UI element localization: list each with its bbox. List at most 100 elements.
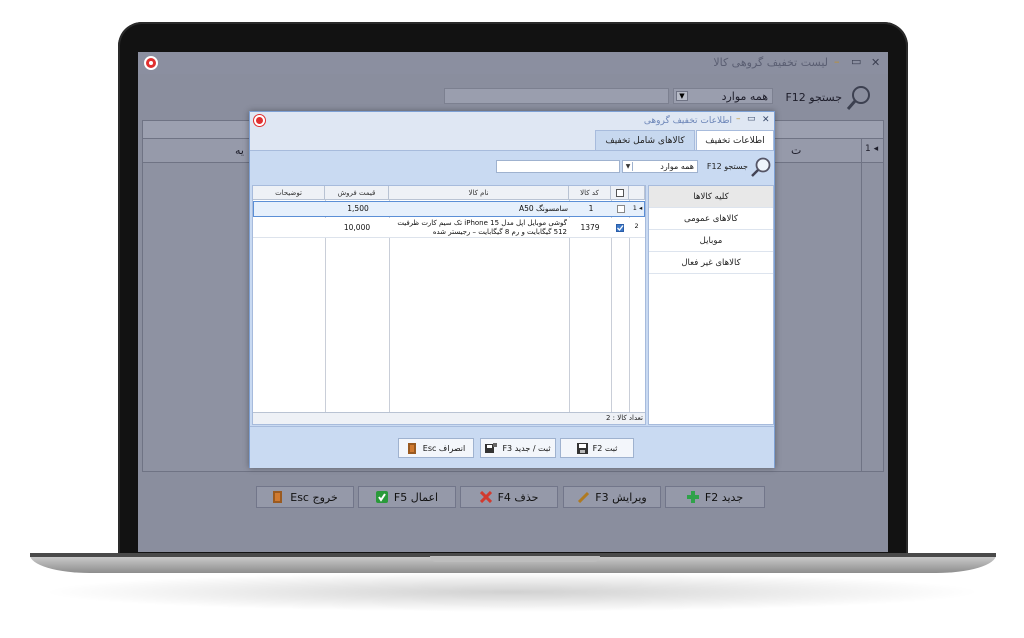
dialog-title: اطلاعات تخفیف گروهی xyxy=(643,116,732,126)
main-window-titlebar: ✕ ▭ – لیست تخفیف گروهی کالا xyxy=(138,52,888,74)
main-grid-divider xyxy=(861,139,862,471)
category-general-products[interactable]: کالاهای عمومی xyxy=(649,208,773,230)
dialog-button-bar: ثبت F2 ثبت / جدید F3 انصراف Esc xyxy=(250,426,774,468)
new-button-label: جدید F2 xyxy=(704,490,744,504)
tab-discount-info-label: اطلاعات تخفیف xyxy=(705,135,765,146)
row-checkbox[interactable] xyxy=(617,205,625,213)
cancel-button-label: انصراف Esc xyxy=(422,443,466,453)
exit-button-label: خروج Esc xyxy=(290,490,338,504)
row-code: 1379 xyxy=(580,223,600,232)
check-icon xyxy=(617,225,624,231)
cancel-door-icon xyxy=(407,442,416,454)
dialog-titlebar: ✕ ▭ – اطلاعات تخفیف گروهی xyxy=(250,112,774,130)
exit-button[interactable]: خروج Esc xyxy=(256,486,354,508)
category-inactive-products[interactable]: کالاهای غیر فعال xyxy=(649,252,773,274)
delete-button[interactable]: حذف F4 xyxy=(460,486,558,508)
main-grid-header-fragment-left: یه xyxy=(235,144,244,157)
row-name: سامسونگ A50 xyxy=(518,204,568,213)
new-button[interactable]: جدید F2 xyxy=(665,486,765,508)
save-and-new-button[interactable]: ثبت / جدید F3 xyxy=(480,438,556,458)
edit-button-label: ویرایش F3 xyxy=(595,490,647,504)
tab-discounted-products[interactable]: کالاهای شامل تخفیف xyxy=(595,130,695,150)
tab-discount-info[interactable]: اطلاعات تخفیف xyxy=(696,130,774,150)
main-grid-header-fragment-right: ت xyxy=(791,144,802,157)
dialog-search-bar: جستجو F12 همه موارد ▼ xyxy=(250,151,774,185)
tab-discounted-products-label: کالاهای شامل تخفیف xyxy=(605,135,685,146)
dialog-close-button[interactable]: ✕ xyxy=(762,115,770,125)
save-button[interactable]: ثبت F2 xyxy=(560,438,634,458)
grid-header-name[interactable]: نام کالا xyxy=(389,186,569,200)
category-panel: کلیه کالاها کالاهای عمومی موبایل کالاهای… xyxy=(648,185,774,425)
main-window-title: لیست تخفیف گروهی کالا xyxy=(713,56,828,69)
product-count: تعداد کالا : 2 xyxy=(605,414,643,422)
grid-header-code-label: کد کالا xyxy=(580,188,599,197)
discount-info-dialog: ✕ ▭ – اطلاعات تخفیف گروهی اطلاعات تخفیف … xyxy=(249,111,775,468)
row-price: 10,000 xyxy=(343,223,371,232)
apply-button-label: اعمال F5 xyxy=(393,490,439,504)
delete-button-label: حذف F4 xyxy=(497,490,539,504)
product-grid: کد کالا نام کالا قیمت فروش توضیحات ◂ 1 1… xyxy=(252,185,646,425)
grid-header-checkbox[interactable] xyxy=(611,186,629,200)
row-indicator: ◂ 1 xyxy=(632,204,643,212)
category-mobile[interactable]: موبایل xyxy=(649,230,773,252)
pencil-icon xyxy=(578,491,590,503)
save-icon xyxy=(576,442,588,454)
grid-header-description-label: توضیحات xyxy=(275,188,302,197)
grid-header-description[interactable]: توضیحات xyxy=(253,186,325,200)
grid-header-price-label: قیمت فروش xyxy=(337,188,376,197)
main-search-bar: جستجو F12 همه موارد ▼ xyxy=(138,82,888,112)
save-new-icon xyxy=(485,442,498,453)
dialog-minimize-button[interactable]: – xyxy=(736,114,741,124)
dialog-search-icon[interactable] xyxy=(750,156,772,178)
row-price: 1,500 xyxy=(347,204,369,213)
dialog-search-label: جستجو F12 xyxy=(706,162,748,171)
exit-door-icon xyxy=(273,491,283,503)
row-name: گوشی موبایل اپل مدل iPhone 15 تک سیم کار… xyxy=(397,219,567,236)
save-and-new-button-label: ثبت / جدید F3 xyxy=(502,443,551,453)
laptop-shadow xyxy=(40,572,984,612)
row-checkbox-checked[interactable] xyxy=(616,224,624,232)
category-label: کالاهای عمومی xyxy=(684,213,738,224)
dialog-search-input[interactable] xyxy=(496,160,620,173)
search-icon[interactable] xyxy=(845,84,873,112)
category-all-products[interactable]: کلیه کالاها xyxy=(649,186,773,208)
grid-header-code[interactable]: کد کالا xyxy=(569,186,611,200)
main-toolbar: جدید F2 ویرایش F3 حذف F4 اعمال F5 خروج E… xyxy=(138,472,888,552)
dialog-tabs: اطلاعات تخفیف کالاهای شامل تخفیف xyxy=(250,130,774,150)
main-filter-value: همه موارد xyxy=(721,90,768,103)
select-all-checkbox[interactable] xyxy=(615,188,624,197)
apply-button[interactable]: اعمال F5 xyxy=(358,486,456,508)
row-code: 1 xyxy=(588,204,594,213)
grid-header-price[interactable]: قیمت فروش xyxy=(325,186,389,200)
main-row-indicator: ◂ 1 xyxy=(865,144,879,154)
main-maximize-button[interactable]: ▭ xyxy=(851,55,861,69)
save-button-label: ثبت F2 xyxy=(592,443,618,453)
category-label: کلیه کالاها xyxy=(693,191,729,202)
main-close-button[interactable]: ✕ xyxy=(871,56,880,70)
main-search-input[interactable] xyxy=(444,88,669,104)
main-filter-select[interactable]: همه موارد ▼ xyxy=(673,88,773,104)
main-minimize-button[interactable]: – xyxy=(834,55,840,69)
chevron-down-icon[interactable]: ▼ xyxy=(624,162,633,171)
dialog-maximize-button[interactable]: ▭ xyxy=(747,114,756,124)
dialog-logo-icon xyxy=(254,115,265,126)
app-logo-icon xyxy=(144,56,158,70)
dialog-filter-select[interactable]: همه موارد ▼ xyxy=(622,160,698,173)
category-label: کالاهای غیر فعال xyxy=(681,257,741,268)
category-label: موبایل xyxy=(699,235,723,246)
dialog-body: جستجو F12 همه موارد ▼ کلیه کالاها کالاها… xyxy=(250,150,774,426)
dialog-filter-value: همه موارد xyxy=(660,162,694,171)
main-search-label: جستجو F12 xyxy=(785,91,842,104)
edit-button[interactable]: ویرایش F3 xyxy=(563,486,661,508)
row-indicator: 2 xyxy=(634,222,639,230)
grid-header-name-label: نام کالا xyxy=(468,188,489,197)
laptop-notch xyxy=(430,556,600,562)
table-row[interactable]: ◂ 1 1 سامسونگ A50 1,500 xyxy=(253,201,645,217)
cancel-button[interactable]: انصراف Esc xyxy=(398,438,474,458)
chevron-down-icon[interactable]: ▼ xyxy=(676,91,688,101)
delete-x-icon xyxy=(479,491,492,503)
check-icon xyxy=(375,491,388,503)
grid-footer: تعداد کالا : 2 xyxy=(253,412,645,424)
grid-header-indicator xyxy=(629,186,645,200)
table-row[interactable]: 2 1379 گوشی موبایل اپل مدل iPhone 15 تک … xyxy=(253,218,645,238)
